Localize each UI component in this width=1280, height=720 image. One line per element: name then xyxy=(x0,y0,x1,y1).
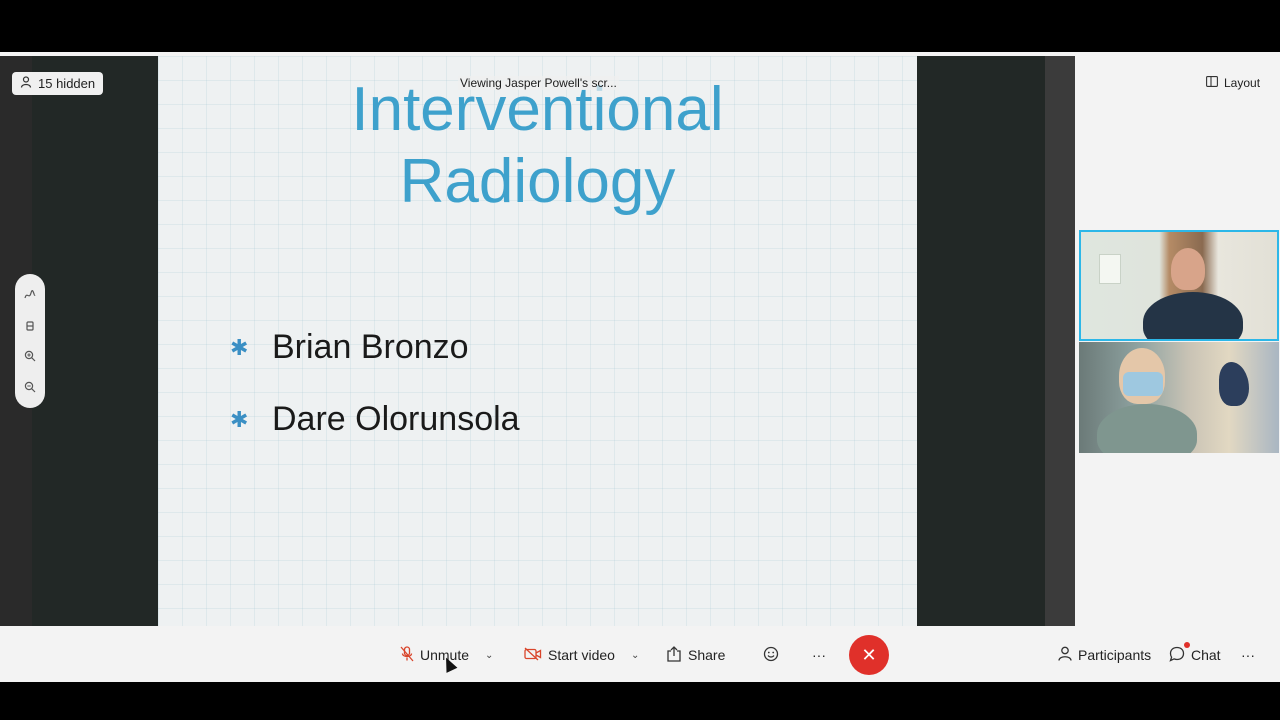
chat-button[interactable]: Chat xyxy=(1169,630,1221,680)
start-video-button[interactable]: Start video ⌄ xyxy=(524,630,639,680)
pen-icon[interactable] xyxy=(20,285,40,305)
participant-figure xyxy=(1171,248,1205,290)
overflow-menu-button[interactable]: ··· xyxy=(1241,630,1255,680)
share-button[interactable]: Share xyxy=(666,630,725,680)
slide-bullet: ✱ Dare Olorunsola xyxy=(230,400,520,439)
bullet-text: Brian Bronzo xyxy=(272,328,469,366)
layout-label: Layout xyxy=(1224,76,1261,90)
slide-title-line2: Radiology xyxy=(399,147,676,216)
stage-right-margin xyxy=(1045,56,1075,626)
reactions-button[interactable] xyxy=(763,630,779,680)
slide-title: Interventional Radiology xyxy=(158,74,917,218)
participant-video-tile-active[interactable] xyxy=(1079,230,1279,341)
bullet-text: Dare Olorunsola xyxy=(272,400,520,438)
layout-button[interactable]: Layout xyxy=(1198,72,1269,94)
chat-label: Chat xyxy=(1191,647,1221,663)
meeting-window: Interventional Radiology ✱ Brian Bronzo … xyxy=(0,52,1280,682)
person-icon xyxy=(1058,646,1072,664)
stage-left-panel xyxy=(32,56,158,626)
smiley-icon xyxy=(763,646,779,665)
hidden-participants-badge[interactable]: 15 hidden xyxy=(12,72,104,95)
more-icon: ··· xyxy=(1241,647,1255,663)
participant-figure xyxy=(1143,292,1243,339)
chevron-down-icon[interactable]: ⌄ xyxy=(631,650,639,661)
eraser-icon[interactable] xyxy=(20,316,40,336)
microphone-muted-icon xyxy=(400,645,414,665)
camera-off-icon xyxy=(524,647,542,664)
stage-right-panel xyxy=(917,56,1045,626)
asterisk-bullet-icon: ✱ xyxy=(230,406,249,432)
bird-painting xyxy=(1219,362,1249,406)
participants-label: Participants xyxy=(1078,647,1152,663)
more-options-button[interactable]: ··· xyxy=(812,630,826,680)
end-call-button[interactable]: ✕ xyxy=(849,635,889,675)
share-icon xyxy=(666,645,682,665)
participant-video-tile[interactable] xyxy=(1079,342,1279,453)
close-icon: ✕ xyxy=(861,644,877,665)
shared-screen-stage: Interventional Radiology ✱ Brian Bronzo … xyxy=(0,56,1075,626)
participants-button[interactable]: Participants xyxy=(1058,630,1151,680)
meeting-controls-bar: Unmute ⌄ Start video ⌄ Share ··· ✕ Parti… xyxy=(0,630,1280,680)
person-icon xyxy=(20,76,32,91)
annotation-toolbar xyxy=(15,274,45,408)
presentation-slide: Interventional Radiology ✱ Brian Bronzo … xyxy=(158,56,917,626)
asterisk-bullet-icon: ✱ xyxy=(230,334,249,360)
more-icon: ··· xyxy=(812,647,826,663)
chat-bubble-icon xyxy=(1169,646,1185,665)
zoom-in-icon[interactable] xyxy=(20,346,40,366)
slide-bullet: ✱ Brian Bronzo xyxy=(230,328,469,367)
start-video-label: Start video xyxy=(548,647,615,663)
unread-indicator xyxy=(1184,642,1190,648)
wall-sign xyxy=(1099,254,1121,284)
hidden-count-label: 15 hidden xyxy=(38,76,96,91)
share-label: Share xyxy=(688,647,726,663)
screen-frame: Interventional Radiology ✱ Brian Bronzo … xyxy=(0,0,1280,720)
face-mask xyxy=(1123,372,1163,396)
layout-icon xyxy=(1206,76,1218,90)
viewing-screen-label: Viewing Jasper Powell's scr... xyxy=(458,76,619,90)
zoom-out-icon[interactable] xyxy=(20,377,40,397)
chevron-down-icon[interactable]: ⌄ xyxy=(485,650,493,661)
participant-figure xyxy=(1097,404,1197,453)
